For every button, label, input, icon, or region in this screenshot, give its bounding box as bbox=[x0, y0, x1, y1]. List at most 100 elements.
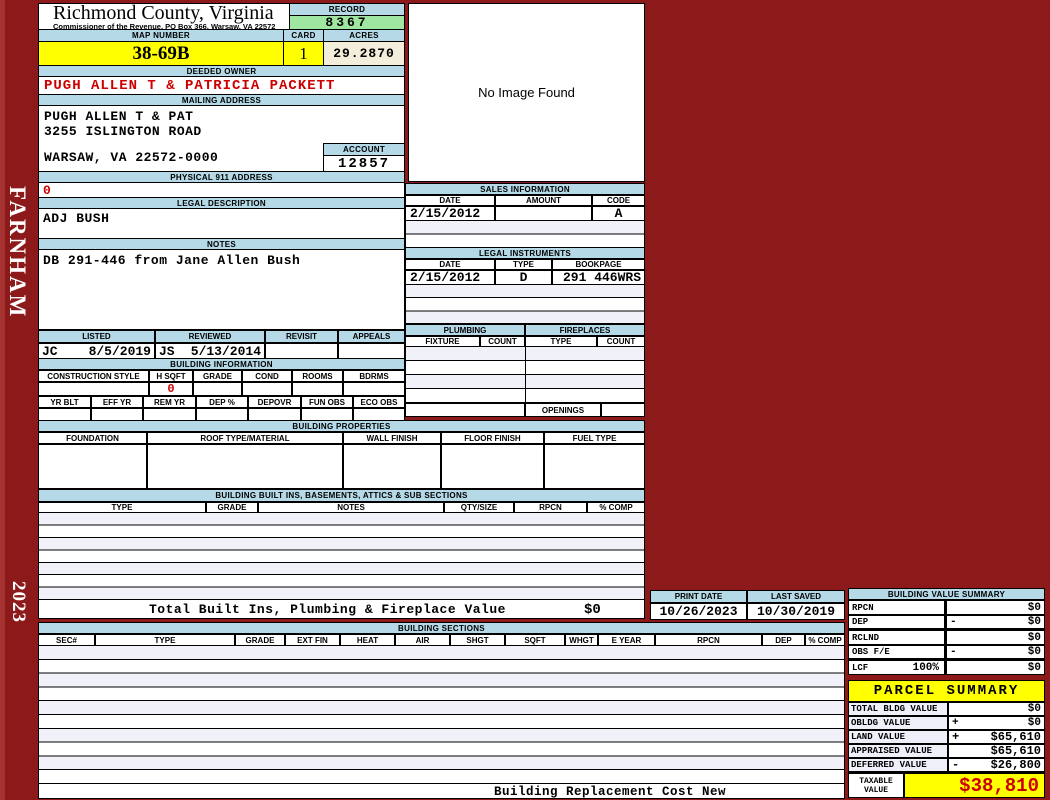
legal-instruments-table: LEGAL INSTRUMENTS DATE TYPE BOOKPAGE 2/1… bbox=[405, 247, 645, 324]
instruments-empty-rows bbox=[405, 285, 645, 324]
fireplaces-title: FIREPLACES bbox=[525, 324, 645, 336]
revisit-label: REVISIT bbox=[265, 330, 338, 343]
building-info-header-row-1: CONSTRUCTION STYLE H SQFT GRADE COND ROO… bbox=[38, 370, 405, 382]
building-properties-header-row: FOUNDATION ROOF TYPE/MATERIAL WALL FINIS… bbox=[38, 432, 645, 444]
sections-col-ext-fin: EXT FIN bbox=[285, 634, 340, 646]
col-fun-obs: FUN OBS bbox=[301, 396, 353, 408]
col-foundation: FOUNDATION bbox=[38, 432, 147, 444]
plumbing-fireplaces-table: PLUMBING FIREPLACES FIXTURE COUNT TYPE C… bbox=[405, 324, 645, 417]
built-ins-empty-rows bbox=[38, 513, 645, 600]
taxable-value: $38,810 bbox=[904, 772, 1045, 798]
bvs-label-lcf: LCF 100% bbox=[848, 660, 945, 675]
sale-amount bbox=[495, 206, 592, 221]
reviewed-by: JS bbox=[159, 343, 175, 359]
roof-type-material-value bbox=[147, 444, 343, 489]
bvs-sign-dep: - bbox=[950, 616, 957, 628]
foundation-value bbox=[38, 444, 147, 489]
print-info-value-row: 10/26/2023 10/30/2019 bbox=[650, 603, 845, 620]
mailing-line3: WARSAW, VA 22572-0000 bbox=[44, 150, 219, 165]
construction-style-value bbox=[38, 382, 149, 396]
plumbing-col-count: COUNT bbox=[480, 336, 525, 347]
reviewed-value: JS 5/13/2014 bbox=[155, 343, 265, 359]
account-value: 12857 bbox=[323, 155, 405, 172]
fireplaces-col-type: TYPE bbox=[525, 336, 597, 347]
parcel-summary-title: PARCEL SUMMARY bbox=[848, 680, 1045, 702]
listed-date: 8/5/2019 bbox=[88, 343, 151, 359]
building-value-summary-title: BUILDING VALUE SUMMARY bbox=[848, 588, 1045, 600]
listed-by: JC bbox=[42, 343, 58, 359]
bvs-row-rclnd: RCLND $0 bbox=[848, 630, 1045, 645]
taxable-label-line1: TAXABLE bbox=[859, 776, 893, 786]
sections-col-type: TYPE bbox=[95, 634, 235, 646]
plumbing-col-fixture: FIXTURE bbox=[405, 336, 480, 347]
parcel-summary-table: PARCEL SUMMARY TOTAL BLDG VALUE $0 OBLDG… bbox=[848, 680, 1045, 798]
taxable-label-line2: VALUE bbox=[863, 785, 888, 795]
instrument-date: 2/15/2012 bbox=[405, 270, 495, 285]
grade-value bbox=[193, 382, 242, 396]
bvs-amount-lcf: $0 bbox=[1027, 661, 1041, 674]
building-info-value-row-1: 0 bbox=[38, 382, 405, 396]
reviewed-date: 5/13/2014 bbox=[190, 343, 261, 359]
bvs-value-dep: - $0 bbox=[945, 615, 1045, 630]
bdrms-value bbox=[343, 382, 405, 396]
revisit-value bbox=[265, 343, 338, 359]
col-fuel-type: FUEL TYPE bbox=[544, 432, 645, 444]
bvs-row-dep: DEP - $0 bbox=[848, 615, 1045, 630]
mailing-line1: PUGH ALLEN T & PAT bbox=[44, 109, 194, 124]
last-saved-value: 10/30/2019 bbox=[747, 603, 845, 620]
building-properties-table: BUILDING PROPERTIES FOUNDATION ROOF TYPE… bbox=[38, 420, 645, 489]
county-header: Richmond County, Virginia Commissioner o… bbox=[38, 3, 290, 30]
fuel-type-value bbox=[544, 444, 645, 489]
bvs-value-obs: - $0 bbox=[945, 645, 1045, 660]
sections-col-grade: GRADE bbox=[235, 634, 285, 646]
county-title: Richmond County, Virginia bbox=[53, 2, 274, 24]
building-replacement-cost-label: Building Replacement Cost New bbox=[494, 785, 727, 799]
sections-col-shgt: SHGT bbox=[450, 634, 505, 646]
col-depovr: DEPOVR bbox=[248, 396, 301, 408]
parcel-row-obldg: OBLDG VALUE + $0 bbox=[848, 716, 1045, 730]
parcel-value-land: + $65,610 bbox=[948, 730, 1045, 744]
legal-instruments-title: LEGAL INSTRUMENTS bbox=[405, 247, 645, 259]
built-ins-col-type: TYPE bbox=[38, 502, 206, 513]
built-ins-total-value: $0 bbox=[584, 602, 601, 618]
col-dep-pct: DEP % bbox=[196, 396, 248, 408]
last-saved-label: LAST SAVED bbox=[747, 590, 845, 603]
building-sections-empty-rows bbox=[38, 646, 845, 784]
parcel-row-land: LAND VALUE + $65,610 bbox=[848, 730, 1045, 744]
instruments-data-row: 2/15/2012 D 291 446WRS bbox=[405, 270, 645, 285]
building-sections-footer-row: Building Replacement Cost New bbox=[38, 784, 845, 799]
building-properties-value-row bbox=[38, 444, 645, 489]
deeded-owner-value: PUGH ALLEN T & PATRICIA PACKETT bbox=[38, 76, 405, 95]
parcel-row-total-bldg: TOTAL BLDG VALUE $0 bbox=[848, 702, 1045, 716]
col-roof-type-material: ROOF TYPE/MATERIAL bbox=[147, 432, 343, 444]
appeals-label: APPEALS bbox=[338, 330, 405, 343]
h-sqft-value: 0 bbox=[149, 382, 193, 396]
building-sections-title: BUILDING SECTIONS bbox=[38, 622, 845, 634]
sales-col-date: DATE bbox=[405, 195, 495, 206]
property-record-card: FARNHAM 2023 Richmond County, Virginia C… bbox=[0, 0, 1050, 800]
parcel-row-taxable: TAXABLE VALUE $38,810 bbox=[848, 772, 1045, 798]
bvs-value-rpcn: $0 bbox=[945, 600, 1045, 615]
parcel-row-deferred: DEFERRED VALUE - $26,800 bbox=[848, 758, 1045, 772]
bvs-sign-obs: - bbox=[950, 646, 957, 658]
bvs-amount-obs: $0 bbox=[1027, 646, 1041, 658]
print-info-table: PRINT DATE LAST SAVED 10/26/2023 10/30/2… bbox=[650, 590, 845, 620]
parcel-amount-land: $65,610 bbox=[990, 730, 1041, 744]
parcel-amount-total-bldg: $0 bbox=[1027, 703, 1041, 715]
built-ins-title: BUILDING BUILT INS, BASEMENTS, ATTICS & … bbox=[38, 489, 645, 502]
building-properties-title: BUILDING PROPERTIES bbox=[38, 420, 645, 432]
card-value: 1 bbox=[283, 41, 324, 66]
openings-left-spacer bbox=[405, 403, 525, 417]
sections-col-eyear: E YEAR bbox=[598, 634, 655, 646]
instruments-header-row: DATE TYPE BOOKPAGE bbox=[405, 259, 645, 270]
parcel-amount-obldg: $0 bbox=[1027, 717, 1041, 729]
parcel-value-deferred: - $26,800 bbox=[948, 758, 1045, 772]
built-ins-col-rpcn: RPCN bbox=[514, 502, 587, 513]
listed-label: LISTED bbox=[38, 330, 155, 343]
sales-header-row: DATE AMOUNT CODE bbox=[405, 195, 645, 206]
parcel-value-obldg: + $0 bbox=[948, 716, 1045, 730]
fireplaces-col-count: COUNT bbox=[597, 336, 645, 347]
instruments-col-bookpage: BOOKPAGE bbox=[552, 259, 645, 270]
sales-data-row: 2/15/2012 A bbox=[405, 206, 645, 221]
sales-empty-rows bbox=[405, 221, 645, 248]
